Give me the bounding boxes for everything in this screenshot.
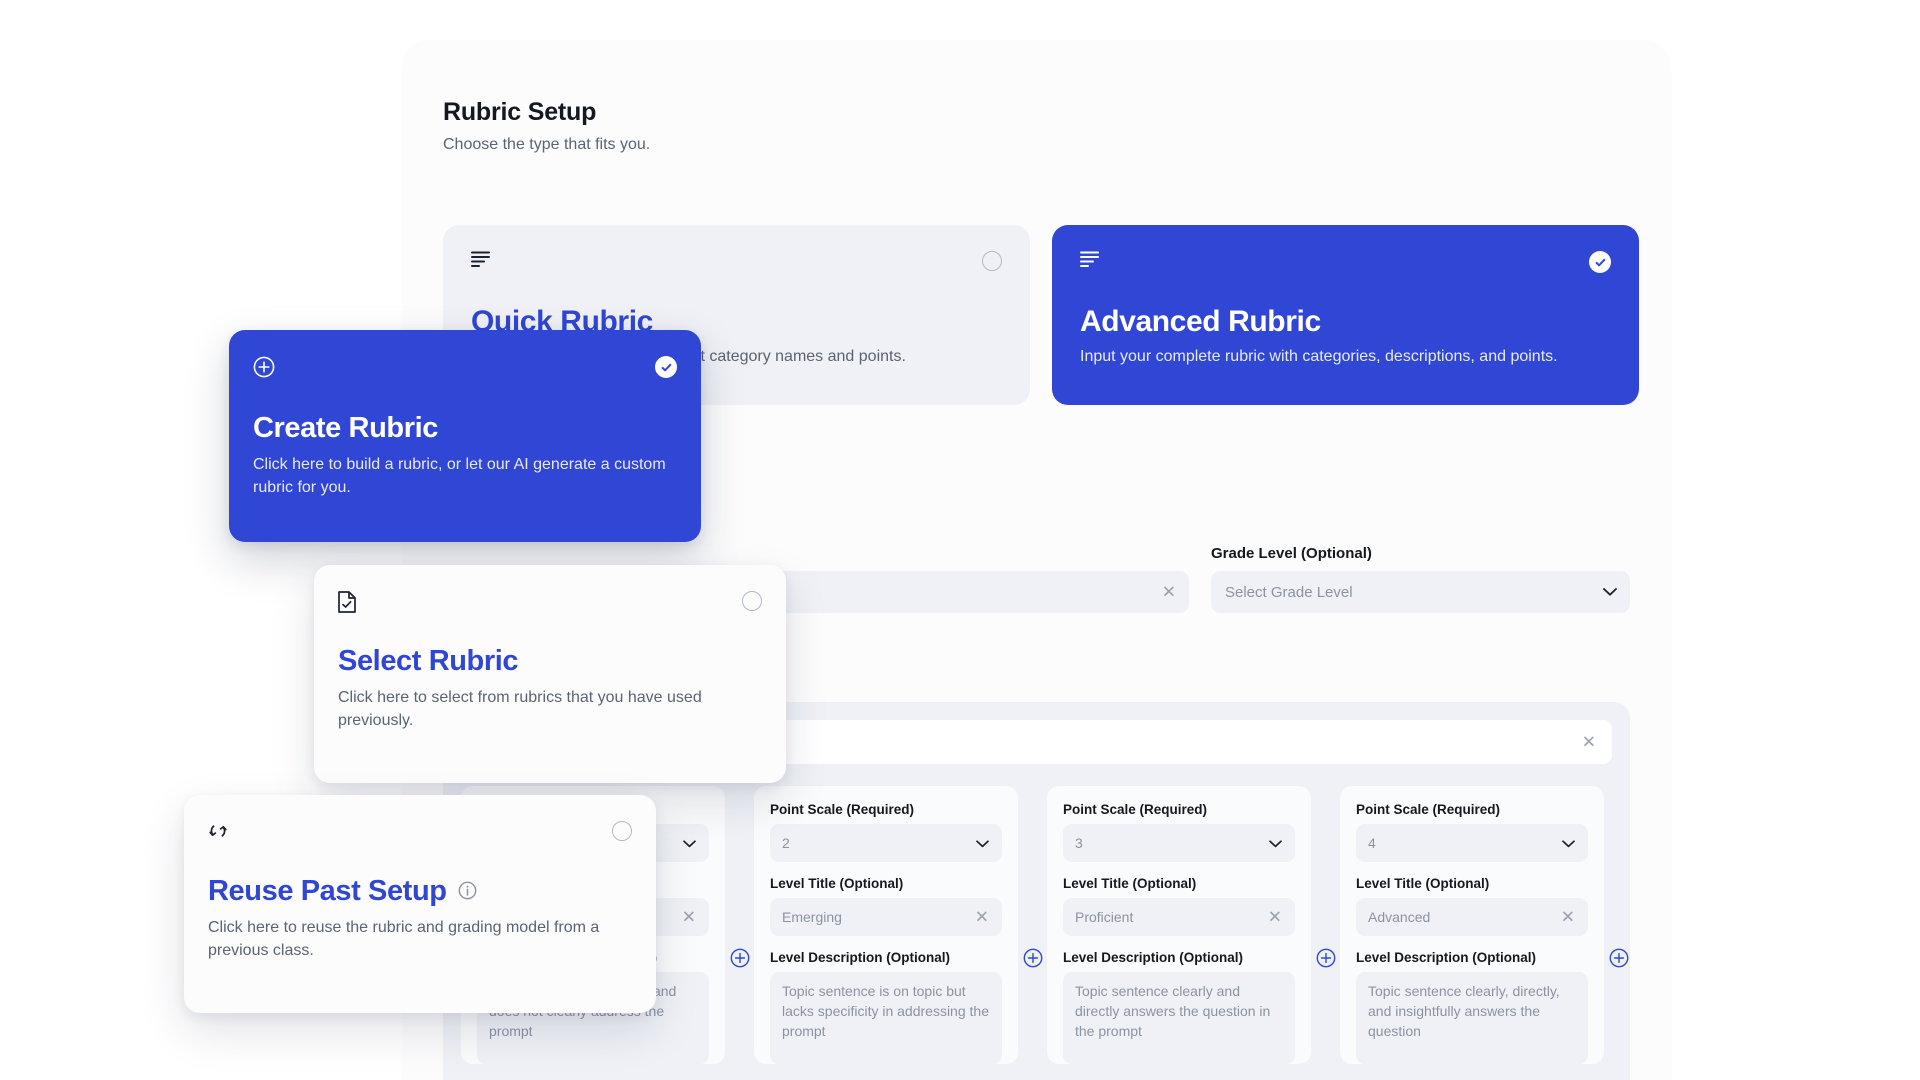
level-title-input[interactable]: Advanced ✕: [1356, 898, 1588, 936]
level-title-label: Level Title (Optional): [1063, 876, 1197, 891]
plus-circle-icon[interactable]: [1609, 948, 1629, 968]
chevron-down-icon[interactable]: [683, 835, 696, 851]
rubric-type-description: Input your complete rubric with categori…: [1080, 348, 1558, 365]
level-title-label: Level Title (Optional): [1356, 876, 1490, 891]
radio-unselected-icon[interactable]: [742, 591, 762, 611]
card-icon-row: [208, 821, 632, 845]
text-lines-icon: [471, 251, 490, 267]
close-icon[interactable]: ✕: [1162, 584, 1176, 601]
level-description-textarea[interactable]: Topic sentence clearly, directly, and in…: [1356, 972, 1588, 1064]
text-lines-icon: [1080, 251, 1099, 267]
close-icon[interactable]: ✕: [682, 909, 696, 926]
add-level-separator: [1604, 786, 1633, 986]
level-column: Point Scale (Required) 4 Level Title (Op…: [1340, 786, 1604, 1064]
option-card-title: Reuse Past Setup: [208, 875, 632, 908]
option-card-title-text: Reuse Past Setup: [208, 875, 447, 907]
grade-level-field-group: Grade Level (Optional) Select Grade Leve…: [1211, 545, 1630, 613]
point-scale-label: Point Scale (Required): [770, 802, 915, 817]
option-card-title: Create Rubric: [253, 412, 677, 445]
level-description-textarea[interactable]: Topic sentence is on topic but lacks spe…: [770, 972, 1002, 1064]
add-level-separator: [725, 786, 754, 986]
chevron-down-icon[interactable]: [1562, 835, 1575, 851]
app-root: Rubric Setup Choose the type that fits y…: [0, 0, 1920, 1080]
point-scale-value: 2: [782, 835, 790, 851]
option-card-description: Click here to build a rubric, or let our…: [253, 456, 666, 496]
option-card-title-text: Select Rubric: [338, 645, 519, 677]
radio-checked-icon[interactable]: [655, 356, 677, 378]
info-circle-icon[interactable]: [458, 875, 477, 908]
level-description-label: Level Description (Optional): [1063, 950, 1244, 965]
level-column: Point Scale (Required) 2 Level Title (Op…: [754, 786, 1018, 1064]
card-icon-row: [471, 251, 1002, 277]
level-title-value: Emerging: [782, 909, 842, 925]
option-card-description: Click here to reuse the rubric and gradi…: [208, 919, 600, 959]
level-title-input[interactable]: Emerging ✕: [770, 898, 1002, 936]
level-title-value: Proficient: [1075, 909, 1134, 925]
level-title-label: Level Title (Optional): [770, 876, 904, 891]
point-scale-select[interactable]: 3: [1063, 824, 1295, 862]
chevron-down-icon[interactable]: [1603, 584, 1617, 601]
level-title-value: Advanced: [1368, 909, 1431, 925]
card-icon-row: [1080, 251, 1611, 277]
plus-circle-icon: [253, 356, 275, 383]
radio-unselected-icon[interactable]: [612, 821, 632, 841]
grade-level-placeholder: Select Grade Level: [1225, 583, 1353, 601]
point-scale-select[interactable]: 4: [1356, 824, 1588, 862]
plus-circle-icon[interactable]: [1023, 948, 1043, 968]
level-description-textarea[interactable]: Topic sentence clearly and directly answ…: [1063, 972, 1295, 1064]
option-card-select-rubric[interactable]: Select Rubric Click here to select from …: [314, 565, 786, 783]
option-card-title-text: Create Rubric: [253, 412, 438, 444]
level-title-input[interactable]: Proficient ✕: [1063, 898, 1295, 936]
chevron-down-icon[interactable]: [976, 835, 989, 851]
point-scale-label: Point Scale (Required): [1063, 802, 1208, 817]
close-icon[interactable]: ✕: [1561, 909, 1575, 926]
document-check-icon: [338, 591, 356, 618]
radio-checked-icon[interactable]: [1589, 251, 1611, 273]
page-title: Rubric Setup: [443, 98, 597, 126]
option-card-create-rubric[interactable]: Create Rubric Click here to build a rubr…: [229, 330, 701, 542]
level-column: Point Scale (Required) 3 Level Title (Op…: [1047, 786, 1311, 1064]
close-icon[interactable]: ✕: [1268, 909, 1282, 926]
close-icon[interactable]: ✕: [975, 909, 989, 926]
point-scale-value: 4: [1368, 835, 1376, 851]
level-description-label: Level Description (Optional): [770, 950, 951, 965]
rubric-type-card-advanced[interactable]: Advanced Rubric Input your complete rubr…: [1052, 225, 1639, 405]
plus-circle-icon[interactable]: [730, 948, 750, 968]
refresh-cycle-icon: [208, 821, 228, 846]
close-icon[interactable]: ✕: [1582, 734, 1596, 751]
grade-level-label: Grade Level (Optional): [1211, 545, 1372, 562]
rubric-type-title: Advanced Rubric: [1080, 305, 1321, 338]
plus-circle-icon[interactable]: [1316, 948, 1336, 968]
page-subtitle: Choose the type that fits you.: [443, 136, 651, 153]
level-description-label: Level Description (Optional): [1356, 950, 1537, 965]
point-scale-label: Point Scale (Required): [1356, 802, 1501, 817]
point-scale-value: 3: [1075, 835, 1083, 851]
option-card-description: Click here to select from rubrics that y…: [338, 689, 702, 729]
option-card-title: Select Rubric: [338, 645, 762, 678]
add-level-separator: [1311, 786, 1340, 986]
option-card-reuse-past-setup[interactable]: Reuse Past Setup Click here to reuse the…: [184, 795, 656, 1013]
card-icon-row: [253, 356, 677, 380]
card-icon-row: [338, 591, 762, 615]
grade-level-select[interactable]: Select Grade Level: [1211, 571, 1630, 613]
add-level-separator: [1018, 786, 1047, 986]
radio-unselected-icon[interactable]: [982, 251, 1002, 271]
point-scale-select[interactable]: 2: [770, 824, 1002, 862]
chevron-down-icon[interactable]: [1269, 835, 1282, 851]
